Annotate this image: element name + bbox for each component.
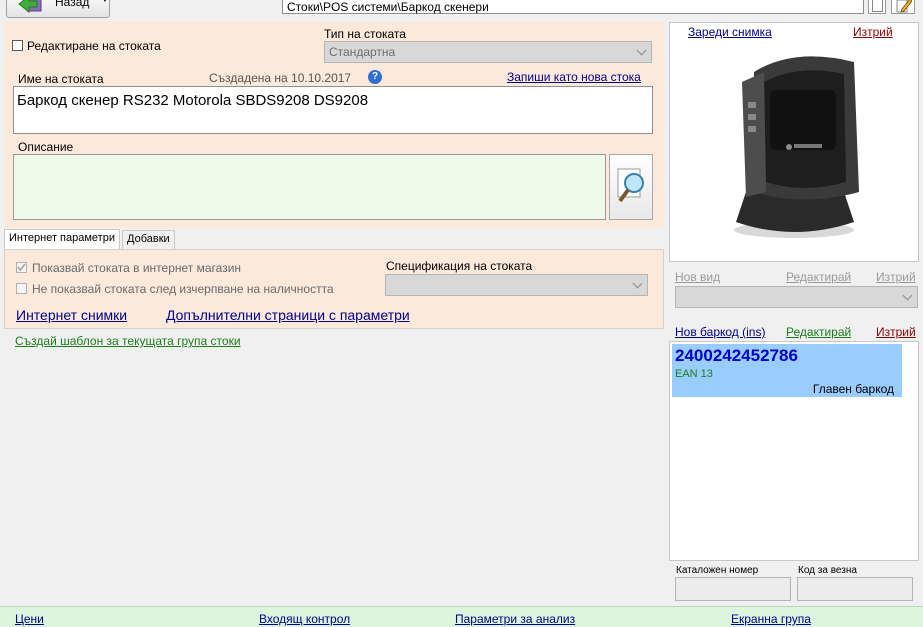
scale-code-label: Код за везна <box>798 565 857 576</box>
barcode-code: 2400242452786 <box>675 346 798 365</box>
bottom-tab-prices[interactable]: Цени <box>15 612 44 626</box>
product-image <box>694 42 896 242</box>
item-name-input[interactable]: Баркод скенер RS232 Motorola SBDS9208 DS… <box>13 86 653 134</box>
dropdown-arrow-icon: ▼ <box>101 0 109 4</box>
magnifier-icon <box>616 167 648 210</box>
edit-barcode-link[interactable]: Редактирай <box>786 325 851 339</box>
extra-pages-link[interactable]: Допълнителни страници с параметри <box>166 307 410 323</box>
spec-select[interactable] <box>385 274 648 296</box>
tab-internet-parameters[interactable]: Интернет параметри <box>4 229 120 249</box>
delete-barcode-link[interactable]: Изтрий <box>876 325 916 339</box>
spec-label: Спецификация на стоката <box>386 259 533 273</box>
path-field: Стоки\POS системи\Баркод скенери <box>282 0 864 14</box>
back-button[interactable]: Назад ▼ <box>6 0 110 18</box>
tab-additions[interactable]: Добавки <box>122 230 175 249</box>
new-view-link[interactable]: Нов вид <box>675 270 720 284</box>
back-arrow-icon <box>17 0 43 15</box>
description-input[interactable] <box>13 154 606 220</box>
checkmark-icon <box>17 263 26 272</box>
bottom-tab-screen-group[interactable]: Екранна група <box>731 612 811 626</box>
new-barcode-link[interactable]: Нов баркод (ins) <box>675 325 765 339</box>
tab-additions-label: Добавки <box>127 233 170 245</box>
show-in-shop-checkbox[interactable] <box>16 262 27 273</box>
delete-view-link[interactable]: Изтрий <box>876 270 916 284</box>
chevron-down-icon <box>636 45 647 56</box>
description-label: Описание <box>18 140 74 154</box>
back-button-label: Назад <box>55 0 90 9</box>
item-type-value: Стандартна <box>329 45 396 59</box>
show-in-shop-label: Показвай стоката в интернет магазин <box>32 261 242 275</box>
barcode-note: Главен баркод <box>812 382 894 396</box>
pencil-icon <box>896 0 913 16</box>
edit-item-label: Редактиране на стоката <box>27 39 161 53</box>
scale-code-input[interactable] <box>797 577 913 601</box>
load-image-link[interactable]: Зареди снимка <box>688 25 772 39</box>
barcode-list-item[interactable]: 2400242452786 EAN 13 Главен баркод <box>672 344 902 397</box>
save-as-new-link[interactable]: Запиши като нова стока <box>507 70 641 84</box>
internet-photos-link[interactable]: Интернет снимки <box>16 307 127 323</box>
bottom-tab-incoming-control[interactable]: Входящ контрол <box>259 612 350 626</box>
catalog-input[interactable] <box>675 577 791 601</box>
create-template-link[interactable]: Създай шаблон за текущата група стоки <box>15 334 241 348</box>
catalog-label: Каталожен номер <box>676 565 759 576</box>
created-date-text: Създадена на 10.10.2017 <box>209 71 352 85</box>
item-type-select[interactable]: Стандартна <box>324 41 652 63</box>
edit-view-link[interactable]: Редактирай <box>786 270 851 284</box>
info-icon[interactable]: ? <box>368 70 382 84</box>
path-text: Стоки\POS системи\Баркод скенери <box>287 0 489 14</box>
view-select[interactable] <box>675 286 918 308</box>
edit-item-checkbox[interactable] <box>12 40 23 51</box>
description-preview-button[interactable] <box>609 154 653 220</box>
chevron-down-icon <box>902 290 913 301</box>
hide-when-out-label: Не показвай стоката след изчерпване на н… <box>32 282 334 296</box>
tab-internet-parameters-label: Интернет параметри <box>9 232 115 244</box>
item-type-label: Тип на стоката <box>324 27 406 41</box>
blank-page-icon <box>872 0 883 12</box>
item-name-value: Баркод скенер RS232 Motorola SBDS9208 DS… <box>17 92 369 109</box>
new-document-button[interactable] <box>868 0 886 14</box>
delete-image-link[interactable]: Изтрий <box>853 25 893 39</box>
barcode-type: EAN 13 <box>675 368 713 380</box>
edit-path-button[interactable] <box>891 0 915 14</box>
chevron-down-icon <box>632 278 643 289</box>
item-name-label: Име на стоката <box>18 72 104 86</box>
hide-when-out-checkbox[interactable] <box>16 283 27 294</box>
bottom-tab-analysis-params[interactable]: Параметри за анализ <box>455 612 575 626</box>
